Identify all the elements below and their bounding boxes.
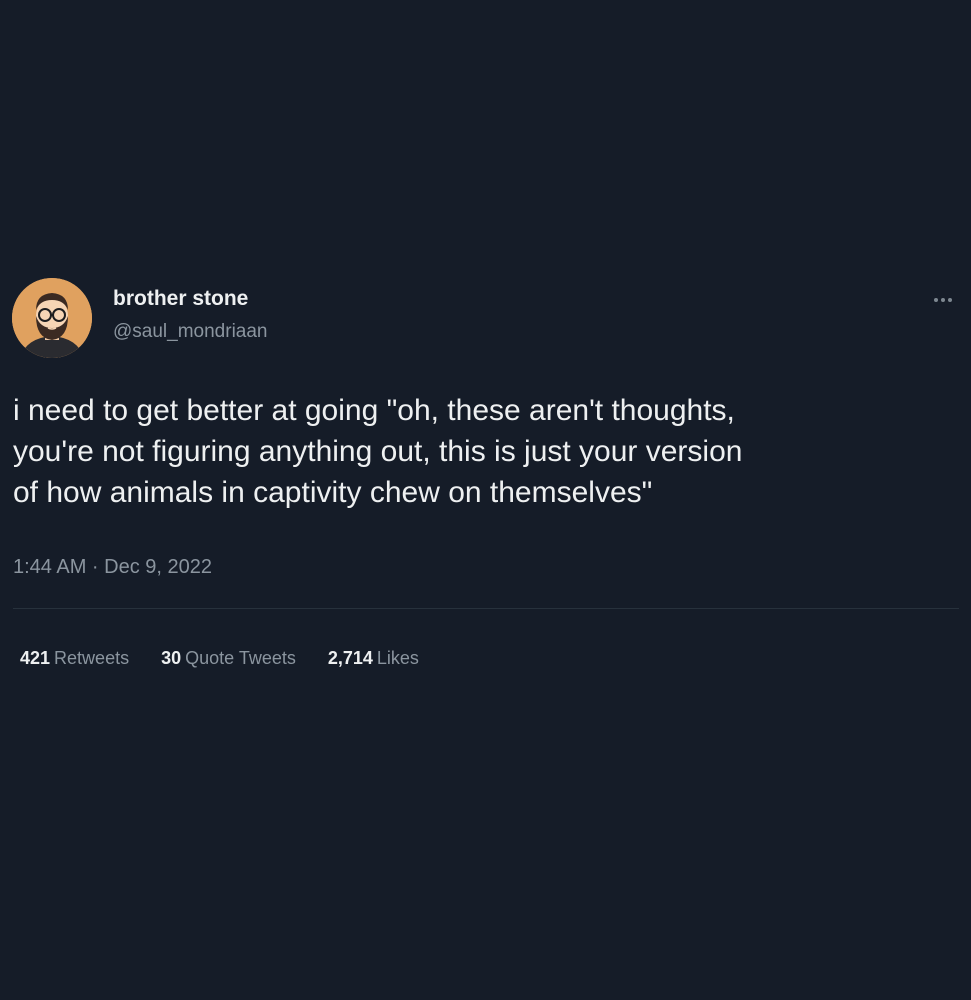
tweet-timestamp[interactable]: 1:44 AM · Dec 9, 2022 xyxy=(13,556,212,579)
likes-label: Likes xyxy=(376,648,419,668)
retweets-stat[interactable]: 421 Retweets xyxy=(20,648,129,669)
quote-tweets-stat[interactable]: 30 Quote Tweets xyxy=(161,648,296,669)
likes-count: 2,714 xyxy=(327,648,373,668)
tweet-stats: 421 Retweets 30 Quote Tweets 2,714 Likes xyxy=(20,648,451,669)
quote-tweets-label: Quote Tweets xyxy=(185,648,296,668)
ellipsis-icon xyxy=(933,289,954,307)
avatar-image xyxy=(12,278,92,358)
retweets-label: Retweets xyxy=(54,648,130,668)
tweet-text: i need to get better at going "oh, these… xyxy=(13,394,743,509)
likes-stat[interactable]: 2,714 Likes xyxy=(328,648,419,669)
more-options-button[interactable] xyxy=(928,286,958,310)
user-handle[interactable]: @saul_mondriaan xyxy=(113,321,268,343)
retweets-count: 421 xyxy=(20,648,51,668)
quote-tweets-count: 30 xyxy=(161,648,182,668)
avatar[interactable] xyxy=(12,278,92,358)
divider xyxy=(13,608,959,609)
display-name[interactable]: brother stone xyxy=(113,287,248,311)
